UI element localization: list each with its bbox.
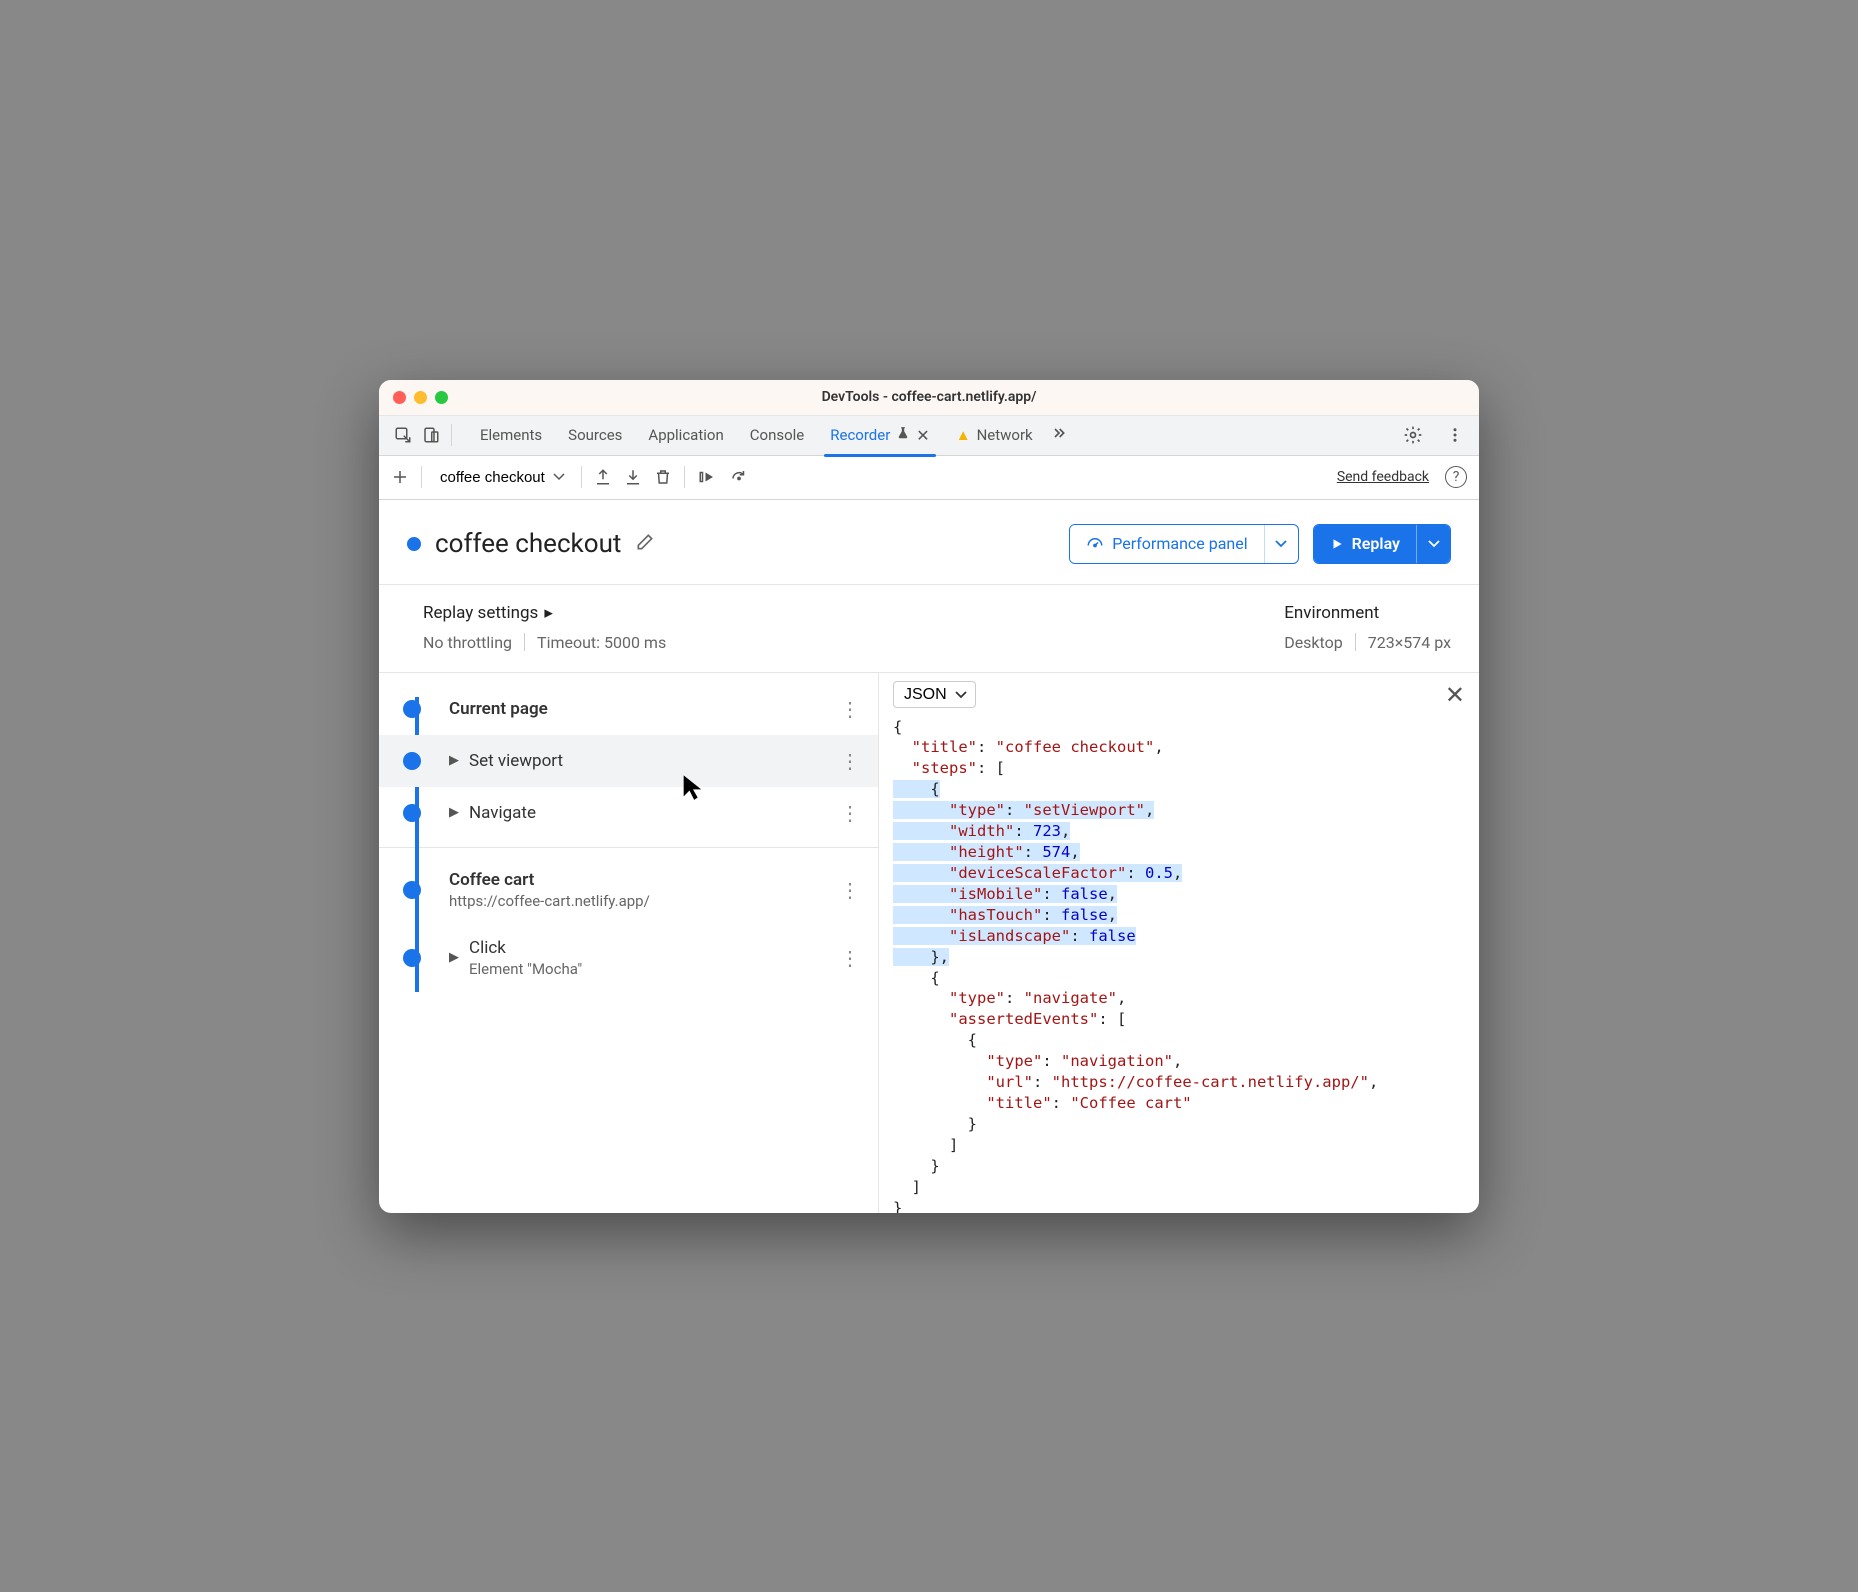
titlebar: DevTools - coffee-cart.netlify.app/ (379, 380, 1479, 416)
step-node-dot (403, 804, 421, 822)
send-feedback-link[interactable]: Send feedback (1337, 469, 1429, 485)
code-toolbar: JSON ✕ (879, 673, 1479, 717)
step-label: Set viewport (469, 751, 832, 771)
code-format-select[interactable]: JSON (893, 681, 976, 708)
close-code-pane-icon[interactable]: ✕ (1445, 681, 1465, 709)
recording-header: coffee checkout Performance panel Replay (379, 500, 1479, 585)
performance-panel-button[interactable]: Performance panel (1069, 524, 1298, 564)
tab-network[interactable]: ▲Network (954, 418, 1035, 453)
step-kebab-icon[interactable]: ⋮ (832, 946, 868, 970)
timeout-value: Timeout: 5000 ms (537, 633, 666, 652)
main-split: Current page⋮▶Set viewport⋮▶Navigate⋮Cof… (379, 673, 1479, 1213)
step-item[interactable]: ▶ Set viewport⋮ (379, 735, 878, 787)
kebab-menu-icon[interactable] (1441, 421, 1469, 449)
step-item[interactable]: Coffee carthttps://coffee-cart.netlify.a… (379, 856, 878, 924)
tab-console[interactable]: Console (748, 418, 807, 453)
slow-replay-icon[interactable] (729, 468, 749, 486)
step-item[interactable]: Current page⋮ (379, 683, 878, 735)
performance-panel-dropdown[interactable] (1264, 525, 1298, 563)
panel-tabs: Elements Sources Application Console Recorde… (478, 418, 1035, 453)
throttling-value: No throttling (423, 633, 512, 652)
edit-title-icon[interactable] (635, 532, 655, 556)
performance-panel-label: Performance panel (1112, 534, 1247, 553)
replay-settings-toggle[interactable]: Replay settings ▸ (423, 603, 666, 623)
warning-icon: ▲ (956, 426, 971, 444)
step-item[interactable]: ▶ Navigate⋮ (379, 787, 878, 839)
recording-selector[interactable]: coffee checkout (434, 465, 569, 490)
delete-icon[interactable] (654, 468, 672, 486)
step-item[interactable]: ▶ ClickElement "Mocha"⋮ (379, 924, 878, 992)
environment-device: Desktop (1284, 633, 1343, 652)
replay-label: Replay (1352, 534, 1400, 553)
recording-title: coffee checkout (435, 529, 621, 559)
close-tab-icon[interactable]: ✕ (916, 426, 929, 445)
chevron-right-icon: ▶ (449, 950, 459, 965)
new-recording-button[interactable] (391, 468, 409, 486)
panel-tabstrip: Elements Sources Application Console Recorde… (379, 416, 1479, 456)
experiment-flask-icon (896, 426, 910, 444)
step-label: Current page (449, 699, 832, 719)
device-toolbar-icon[interactable] (417, 421, 445, 449)
step-node-dot (403, 949, 421, 967)
step-label: Coffee carthttps://coffee-cart.netlify.a… (449, 870, 832, 910)
more-tabs-icon[interactable] (1045, 421, 1073, 449)
export-icon[interactable] (594, 468, 612, 486)
tab-elements[interactable]: Elements (478, 418, 544, 453)
replay-dropdown[interactable] (1416, 525, 1450, 563)
inspect-element-icon[interactable] (389, 421, 417, 449)
replay-button[interactable]: Replay (1313, 524, 1451, 564)
recording-status-dot (407, 537, 421, 551)
chevron-right-icon: ▶ (449, 753, 459, 768)
tab-sources[interactable]: Sources (566, 418, 624, 453)
step-kebab-icon[interactable]: ⋮ (832, 749, 868, 773)
step-kebab-icon[interactable]: ⋮ (832, 697, 868, 721)
code-body[interactable]: { "title": "coffee checkout", "steps": [… (879, 717, 1479, 1213)
recorder-toolbar: coffee checkout Send feedback ? (379, 456, 1479, 500)
tab-application[interactable]: Application (646, 418, 725, 453)
step-kebab-icon[interactable]: ⋮ (832, 801, 868, 825)
step-divider (379, 847, 878, 848)
step-label: Navigate (469, 803, 832, 823)
settings-row: Replay settings ▸ No throttling Timeout:… (379, 585, 1479, 673)
tab-recorder[interactable]: Recorder✕ (828, 418, 931, 453)
step-node-dot (403, 700, 421, 718)
step-over-icon[interactable] (697, 468, 717, 486)
environment-size: 723×574 px (1368, 633, 1451, 652)
code-pane: JSON ✕ { "title": "coffee checkout", "st… (879, 673, 1479, 1213)
import-icon[interactable] (624, 468, 642, 486)
settings-gear-icon[interactable] (1399, 421, 1427, 449)
step-label: ClickElement "Mocha" (469, 938, 832, 978)
chevron-right-icon: ▸ (544, 603, 553, 623)
step-node-dot (403, 881, 421, 899)
step-kebab-icon[interactable]: ⋮ (832, 878, 868, 902)
chevron-right-icon: ▶ (449, 805, 459, 820)
window-title: DevTools - coffee-cart.netlify.app/ (379, 389, 1479, 405)
devtools-window: DevTools - coffee-cart.netlify.app/ Elem… (379, 380, 1479, 1213)
step-node-dot (403, 752, 421, 770)
step-list: Current page⋮▶Set viewport⋮▶Navigate⋮Cof… (379, 673, 878, 992)
help-icon[interactable]: ? (1445, 466, 1467, 488)
environment-title: Environment (1284, 603, 1451, 623)
steps-pane: Current page⋮▶Set viewport⋮▶Navigate⋮Cof… (379, 673, 879, 1213)
